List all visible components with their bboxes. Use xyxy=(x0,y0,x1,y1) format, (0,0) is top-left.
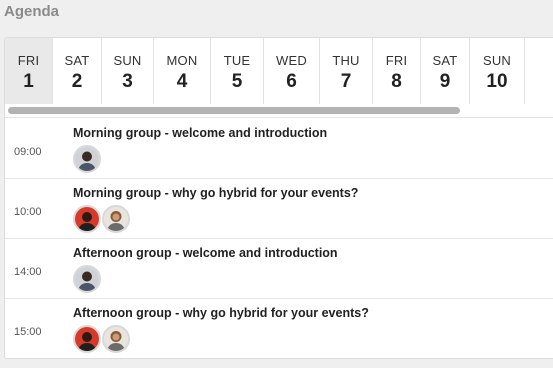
day-tab-sun-3[interactable]: SUN 3 xyxy=(102,38,154,104)
day-number: 4 xyxy=(176,71,188,92)
day-name: SAT xyxy=(64,53,90,68)
speaker-c-avatar[interactable] xyxy=(102,325,130,353)
speaker-b-avatar[interactable] xyxy=(73,325,101,353)
session-title[interactable]: Morning group - welcome and introduction xyxy=(73,126,327,140)
day-number: 8 xyxy=(391,71,402,92)
day-name: SAT xyxy=(432,53,458,68)
day-name: SUN xyxy=(482,53,512,68)
speaker-a-avatar[interactable] xyxy=(73,145,101,173)
day-name: MON xyxy=(166,53,198,68)
session-title[interactable]: Morning group - why go hybrid for your e… xyxy=(73,186,358,200)
session-time: 14:00 xyxy=(14,266,42,278)
session-row[interactable]: 09:00 Morning group - welcome and introd… xyxy=(5,119,553,179)
session-row[interactable]: 15:00 Afternoon group - why go hybrid fo… xyxy=(5,299,553,358)
page-title: Agenda xyxy=(4,3,60,20)
session-title[interactable]: Afternoon group - welcome and introducti… xyxy=(73,246,338,260)
day-number: 10 xyxy=(486,71,508,92)
day-number: 6 xyxy=(286,71,297,92)
day-tab-tue-5[interactable]: TUE 5 xyxy=(211,38,264,104)
agenda-panel: FRI 1 SAT 2 SUN 3 MON 4 TUE 5 WED 6 THU … xyxy=(4,37,553,359)
speaker-avatars xyxy=(73,265,102,293)
speaker-avatars xyxy=(73,325,131,353)
speaker-b-avatar[interactable] xyxy=(73,205,101,233)
day-tab-sat-9[interactable]: SAT 9 xyxy=(421,38,470,104)
day-number: 5 xyxy=(231,71,243,92)
day-tab-fri-8[interactable]: FRI 8 xyxy=(373,38,421,104)
day-tab-sat-2[interactable]: SAT 2 xyxy=(53,38,102,104)
session-row[interactable]: 14:00 Afternoon group - welcome and intr… xyxy=(5,239,553,299)
session-row[interactable]: 10:00 Morning group - why go hybrid for … xyxy=(5,179,553,239)
day-name: SUN xyxy=(113,53,142,68)
speaker-avatars xyxy=(73,145,102,173)
session-time: 09:00 xyxy=(14,146,42,158)
speaker-c-avatar[interactable] xyxy=(102,205,130,233)
day-tab-wed-6[interactable]: WED 6 xyxy=(264,38,320,104)
day-name: FRI xyxy=(385,53,408,68)
day-tab-sun-10[interactable]: SUN 10 xyxy=(470,38,525,104)
day-tab-fri-1[interactable]: FRI 1 xyxy=(5,38,53,104)
day-name: TUE xyxy=(223,53,251,68)
speaker-avatars xyxy=(73,205,131,233)
speaker-a-avatar[interactable] xyxy=(73,265,101,293)
day-number: 2 xyxy=(71,71,83,92)
session-title[interactable]: Afternoon group - why go hybrid for your… xyxy=(73,306,369,320)
day-scrollbar-track[interactable] xyxy=(5,104,553,118)
day-number: 7 xyxy=(340,71,352,92)
day-tab-mon-4[interactable]: MON 4 xyxy=(154,38,211,104)
day-tab-thu-7[interactable]: THU 7 xyxy=(320,38,373,104)
day-name: THU xyxy=(332,53,360,68)
day-scrollbar-thumb[interactable] xyxy=(8,107,460,114)
day-selector: FRI 1 SAT 2 SUN 3 MON 4 TUE 5 WED 6 THU … xyxy=(5,38,553,104)
session-time: 10:00 xyxy=(14,206,42,218)
day-number: 9 xyxy=(439,71,451,92)
day-name: WED xyxy=(276,53,307,68)
session-time: 15:00 xyxy=(14,326,42,338)
day-name: FRI xyxy=(17,53,40,68)
day-number: 3 xyxy=(122,71,133,92)
day-tab-partial[interactable] xyxy=(525,38,553,104)
day-number: 1 xyxy=(23,71,34,92)
